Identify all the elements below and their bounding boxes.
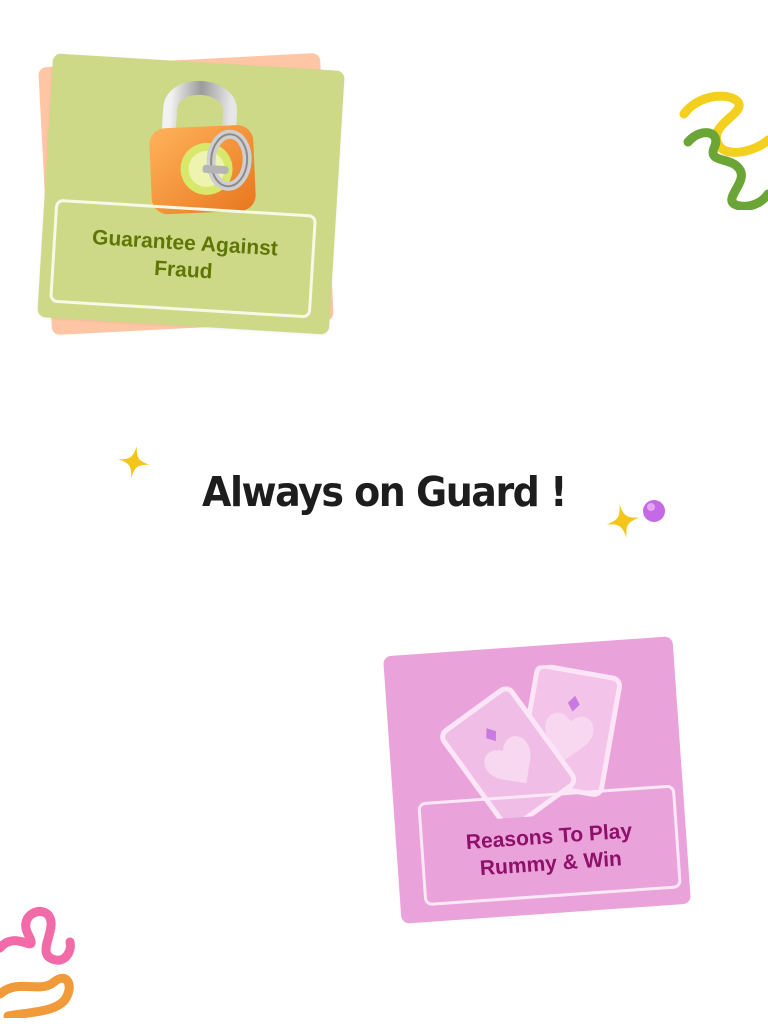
sparkle-star-icon <box>118 446 150 478</box>
feature-card-fraud-guarantee[interactable]: Guarantee Against Fraud <box>37 53 345 335</box>
purple-dot-icon <box>643 500 665 522</box>
sparkle-star-icon <box>606 504 640 538</box>
padlock-key-icon <box>149 80 256 215</box>
ribbon-squiggle-icon <box>0 907 75 1018</box>
feature-card-reasons-to-play[interactable]: Reasons To Play Rummy & Win <box>383 636 691 924</box>
ribbon-squiggle-icon <box>679 91 768 210</box>
